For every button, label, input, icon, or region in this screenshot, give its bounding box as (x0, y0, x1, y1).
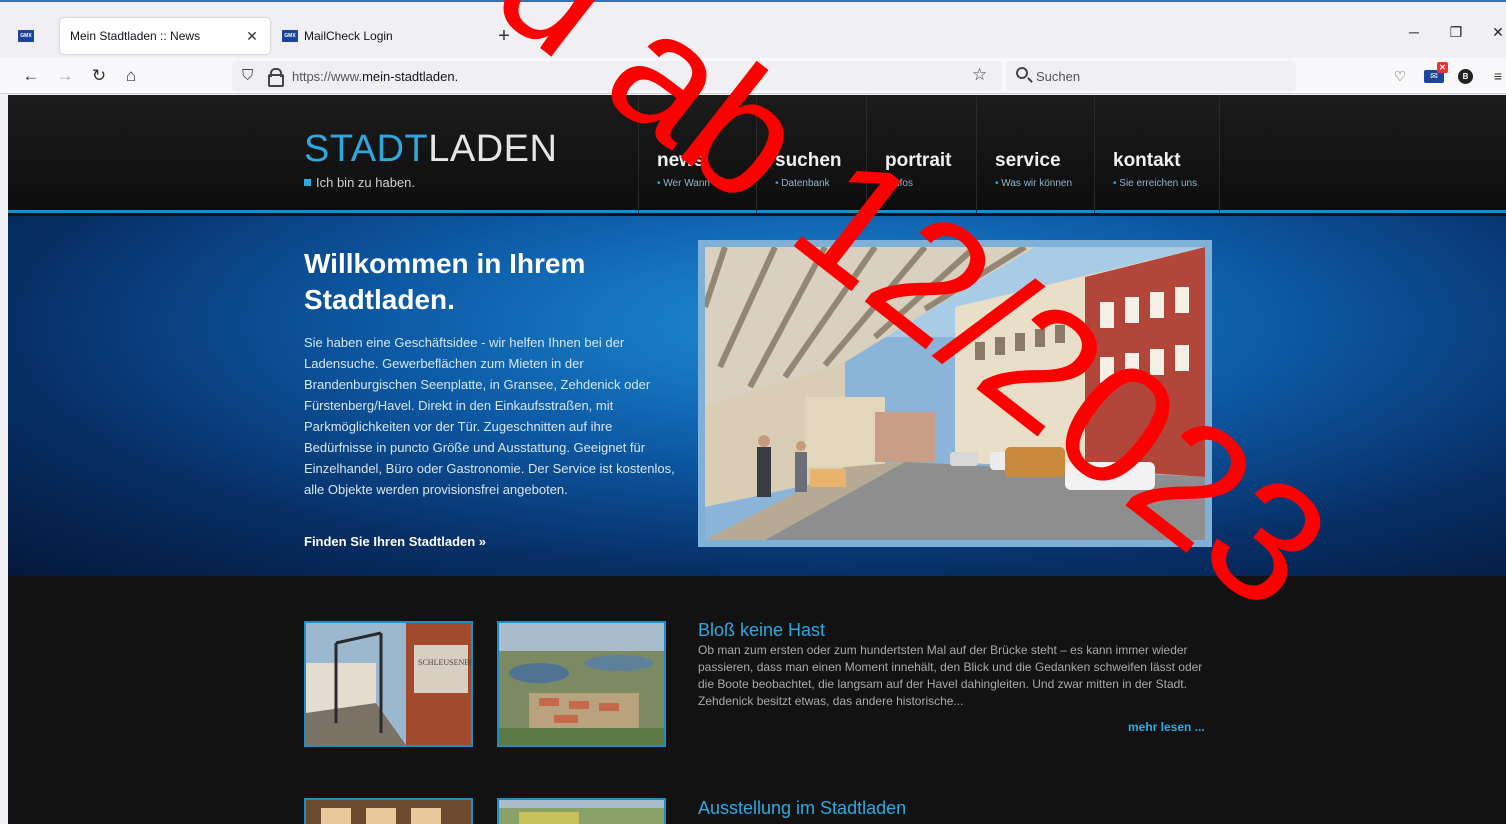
menu-item-suchen[interactable]: suchen Datenbank (756, 95, 866, 213)
street-photo (698, 240, 1212, 547)
logo-part-laden: LADEN (428, 128, 558, 170)
gmx-menu-icon[interactable]: GMX (18, 30, 34, 42)
menu-item-portrait[interactable]: portrait Infos (866, 95, 976, 213)
shop-window-image (306, 800, 471, 824)
menu-label: kontakt (1113, 150, 1181, 171)
close-tab-icon[interactable]: ✕ (244, 28, 260, 44)
tab-strip: GMX Mein Stadtladen :: News ✕ GMX MailCh… (0, 0, 1506, 58)
menu-sub: Was wir können (995, 178, 1094, 189)
lock-icon[interactable] (268, 66, 284, 87)
bookmark-star-icon[interactable]: ☆ (972, 65, 987, 85)
tab-mailcheck[interactable]: GMX MailCheck Login (278, 18, 478, 54)
url-prefix: https://www. (292, 69, 363, 84)
home-icon[interactable]: ⌂ (120, 65, 142, 87)
read-more-link[interactable]: mehr lesen ... (1128, 720, 1205, 734)
gmx-favicon-icon: GMX (282, 30, 298, 42)
news-thumbnail[interactable] (497, 798, 666, 824)
hero-banner: Willkommen in Ihrem Stadtladen. Sie habe… (8, 216, 1506, 576)
pocket-icon[interactable]: ♡ (1390, 66, 1410, 86)
bridge-sign-text: SCHLEUSENBRÜCKE (418, 658, 471, 667)
extension-icon[interactable]: B (1458, 69, 1473, 84)
menu-sub: Infos (885, 178, 976, 189)
fields-image (499, 800, 664, 824)
close-window-icon[interactable]: ✕ (1488, 24, 1506, 41)
menu-sub: Wer Wann Wie (657, 178, 756, 189)
forward-arrow-icon[interactable]: → (54, 65, 76, 87)
url-domain: mein-stadtladen. (362, 69, 459, 84)
back-arrow-icon[interactable]: ← (20, 65, 42, 87)
menu-item-kontakt[interactable]: kontakt Sie erreichen uns (1094, 95, 1220, 213)
menu-sub: Sie erreichen uns (1113, 178, 1219, 189)
tab-label: MailCheck Login (304, 29, 393, 43)
aerial-image (499, 623, 664, 745)
find-stadtladen-link[interactable]: Finden Sie Ihren Stadtladen » (304, 534, 486, 549)
new-tab-icon[interactable]: + (494, 26, 514, 46)
menu-label: news (657, 150, 705, 171)
news-title[interactable]: Ausstellung im Stadtladen (698, 798, 906, 819)
tracking-shield-icon[interactable]: ⛉ (242, 67, 253, 84)
tab-label: Mein Stadtladen :: News (70, 29, 201, 43)
gmx-mail-icon[interactable]: ✉ ✕ (1424, 62, 1448, 83)
url-bar[interactable]: ⛉ https://www.mein-stadtladen. ☆ (232, 61, 1002, 91)
square-bullet-icon (304, 179, 311, 186)
main-menu: news Wer Wann Wie suchen Datenbank portr… (638, 95, 1220, 213)
bridge-image: SCHLEUSENBRÜCKE (306, 623, 471, 745)
minimize-icon[interactable]: ─ (1404, 24, 1424, 40)
site-header: STADTLADEN Ich bin zu haben. news Wer Wa… (8, 95, 1506, 213)
news-text: Ob man zum ersten oder zum hundertsten M… (698, 643, 1203, 708)
hero-title: Willkommen in Ihrem Stadtladen. (304, 248, 586, 315)
search-icon (1016, 67, 1028, 79)
news-title[interactable]: Bloß keine Hast (698, 620, 825, 641)
navigation-bar: ← → ↻ ⌂ ⛉ https://www.mein-stadtladen. ☆… (0, 58, 1506, 94)
news-section: SCHLEUSENBRÜCKE Bloß keine Hast Ob man z… (8, 576, 1506, 824)
street-scene-image (705, 247, 1205, 540)
url-text[interactable]: https://www.mein-stadtladen. (292, 69, 458, 84)
menu-label: service (995, 150, 1061, 171)
menu-label: portrait (885, 150, 952, 171)
search-placeholder: Suchen (1036, 69, 1081, 84)
reload-icon[interactable]: ↻ (88, 65, 110, 87)
site-logo[interactable]: STADTLADEN (304, 129, 557, 169)
search-input[interactable]: Suchen (1006, 61, 1296, 91)
menu-item-news[interactable]: news Wer Wann Wie (638, 95, 756, 213)
tagline-text: Ich bin zu haben. (316, 175, 416, 190)
aerial-thumbnail[interactable] (497, 621, 666, 747)
logo-part-stadt: STADT (304, 128, 429, 170)
menu-item-service[interactable]: service Was wir können (976, 95, 1094, 213)
browser-window: GMX Mein Stadtladen :: News ✕ GMX MailCh… (0, 0, 1506, 824)
page-viewport: STADTLADEN Ich bin zu haben. news Wer Wa… (8, 95, 1506, 824)
hamburger-menu-icon[interactable]: ≡ (1488, 66, 1506, 86)
hero-text: Sie haben eine Geschäftsidee - wir helfe… (304, 335, 675, 497)
news-thumbnail[interactable] (304, 798, 473, 824)
restore-icon[interactable]: ❐ (1446, 24, 1466, 41)
tab-mein-stadtladen[interactable]: Mein Stadtladen :: News ✕ (60, 18, 270, 54)
bridge-thumbnail[interactable]: SCHLEUSENBRÜCKE (304, 621, 473, 747)
menu-sub: Datenbank (775, 178, 866, 189)
menu-label: suchen (775, 150, 842, 171)
site-tagline: Ich bin zu haben. (304, 175, 415, 190)
mail-badge-icon: ✕ (1437, 62, 1448, 73)
